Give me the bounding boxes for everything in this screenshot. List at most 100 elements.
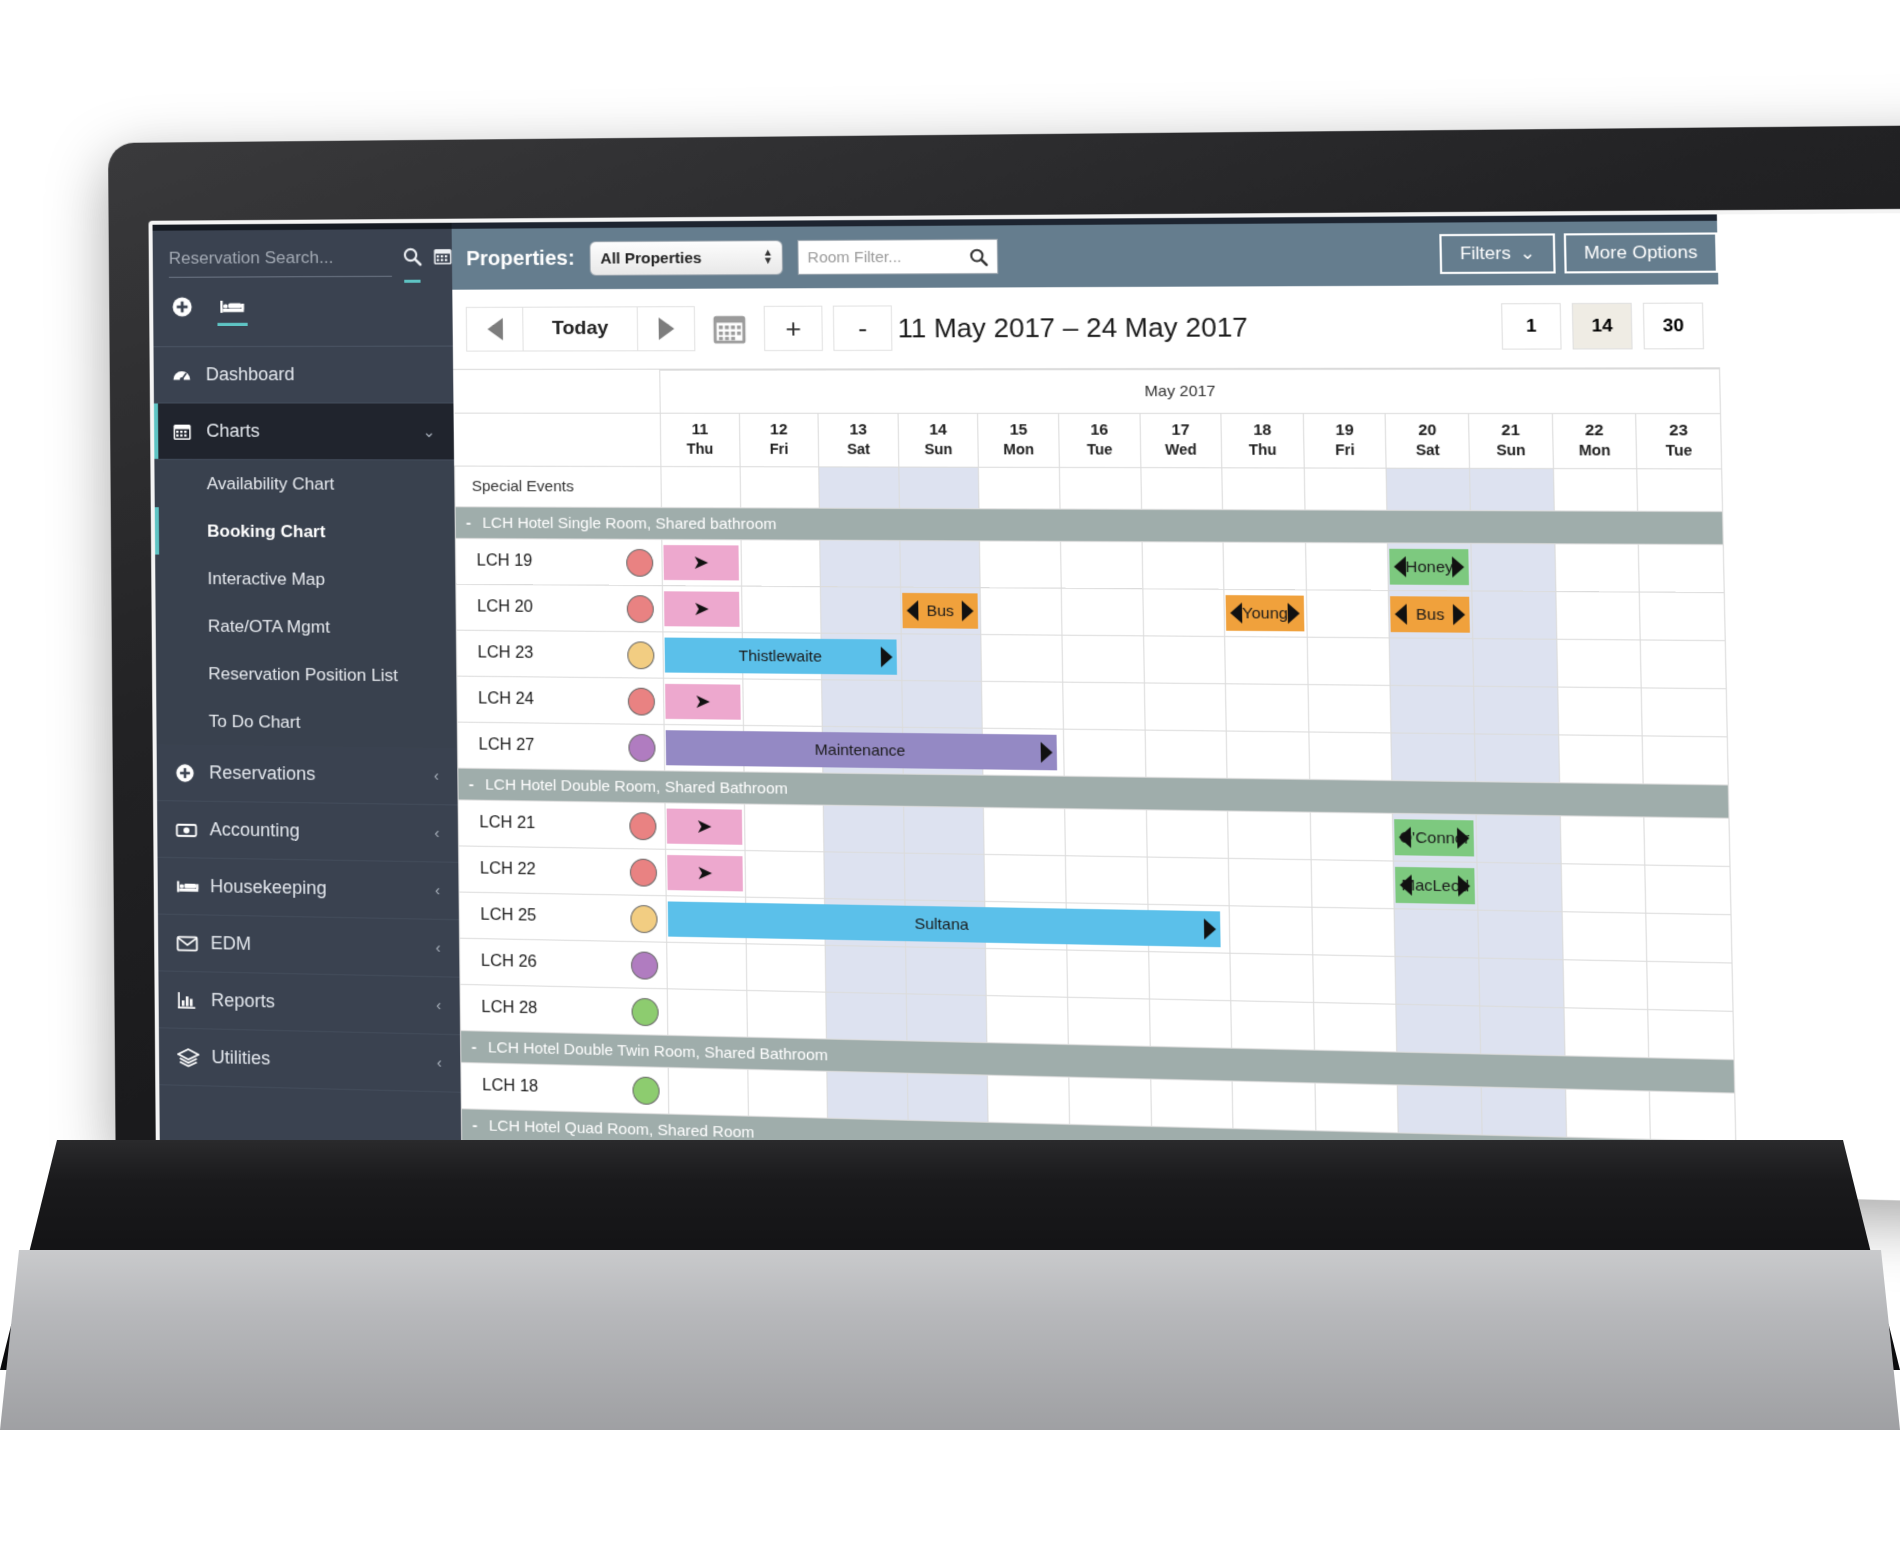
sidebar-item-reservations[interactable]: Reservations ‹ [156, 744, 458, 806]
booking-grid-cell[interactable] [906, 993, 988, 1043]
day-header-cell[interactable]: 21 Sun [1468, 413, 1554, 469]
booking-grid-cell[interactable] [740, 539, 821, 587]
sidebar-item-edm[interactable]: EDM ‹ [157, 914, 460, 978]
room-status-cell[interactable] [621, 848, 667, 896]
booking-grid-cell[interactable] [1314, 1082, 1399, 1133]
booking-grid-cell[interactable]: ➤ [665, 849, 746, 898]
booking-grid-cell[interactable] [1310, 812, 1394, 862]
room-status-cell[interactable] [623, 987, 668, 1036]
booking-grid-cell[interactable]: Maintenance [664, 724, 1058, 772]
booking-grid-cell[interactable] [1143, 635, 1226, 684]
day-header-cell[interactable]: 19 Fri [1303, 413, 1387, 469]
calendar-picker-button[interactable] [705, 306, 754, 351]
sidebar-item-charts[interactable]: Charts ⌄ [153, 403, 455, 461]
day-header-cell[interactable]: 23 Tue [1635, 413, 1722, 469]
booking-grid-cell[interactable]: ➤ [663, 678, 744, 726]
booking-grid-cell[interactable] [1561, 911, 1648, 962]
group-toggle-icon[interactable]: - [471, 1038, 488, 1056]
booking-grid-cell[interactable] [1481, 1086, 1567, 1138]
booking-grid-cell[interactable] [1062, 635, 1144, 683]
day-header-cell[interactable]: 17 Wed [1139, 413, 1223, 468]
booking-grid-cell[interactable] [1644, 816, 1730, 867]
booking-grid-cell[interactable]: Thistlewaite [662, 631, 897, 679]
zoom-out-button[interactable]: - [832, 305, 893, 351]
day-header-cell[interactable]: 11 Thu [660, 413, 740, 467]
booking-grid-cell[interactable] [1640, 639, 1727, 689]
sidebar-item-utilities[interactable]: Utilities ‹ [158, 1028, 461, 1093]
room-status-cell[interactable] [624, 1066, 669, 1115]
room-name-cell[interactable]: LCH 27 [457, 722, 621, 771]
booking-grid-cell[interactable] [742, 678, 823, 727]
search-icon[interactable] [968, 247, 989, 270]
booking-grid-cell[interactable] [1230, 953, 1314, 1003]
booking-grid-cell[interactable] [1473, 686, 1559, 735]
booking-grid-cell[interactable] [1313, 1002, 1398, 1053]
special-events-cell[interactable] [1386, 468, 1471, 511]
booking-grid-cell[interactable] [979, 540, 1062, 589]
booking-grid-cell[interactable] [907, 1073, 989, 1123]
booking-grid-cell[interactable] [1307, 684, 1392, 733]
day-header-cell[interactable]: 14 Sun [897, 413, 979, 468]
booking-grid-cell[interactable] [1556, 639, 1642, 688]
room-name-cell[interactable]: LCH 26 [459, 938, 624, 988]
room-status-cell[interactable] [621, 802, 666, 850]
reservation-search-input[interactable] [168, 243, 392, 278]
special-events-cell[interactable] [898, 467, 980, 509]
room-status-cell[interactable] [619, 677, 665, 725]
booking-bar[interactable]: Thistlewaite [664, 637, 897, 675]
booking-grid-cell[interactable] [980, 587, 1063, 636]
booking-grid-cell[interactable] [1305, 542, 1389, 591]
room-name-cell[interactable]: LCH 19 [455, 538, 619, 586]
booking-grid-cell[interactable] [1474, 733, 1560, 783]
booking-grid-cell[interactable] [905, 946, 987, 996]
sidebar-item-reports[interactable]: Reports ‹ [158, 971, 461, 1036]
booking-grid-cell[interactable] [1312, 954, 1397, 1005]
booking-grid-cell[interactable] [819, 540, 901, 588]
booking-grid-cell[interactable] [1228, 858, 1312, 908]
booking-bar[interactable]: ➤ [665, 683, 741, 720]
booking-grid-cell[interactable] [824, 851, 905, 900]
booking-grid-cell[interactable] [1565, 1089, 1651, 1140]
zoom-level-30-button[interactable]: 30 [1642, 302, 1705, 350]
booking-bar[interactable]: ➤ [667, 854, 743, 892]
booking-bar[interactable]: Bus [902, 592, 979, 629]
previous-period-button[interactable] [465, 306, 524, 352]
booking-grid-cell[interactable] [1063, 729, 1146, 778]
booking-grid-cell[interactable] [1224, 636, 1308, 685]
filters-button[interactable]: Filters ⌄ [1439, 233, 1556, 275]
booking-grid-cell[interactable]: ➤ [662, 585, 742, 633]
booking-grid-cell[interactable] [826, 992, 907, 1041]
booking-grid-cell[interactable] [1149, 998, 1232, 1049]
sidebar-subitem-booking-chart[interactable]: Booking Chart [155, 507, 455, 556]
booking-grid-cell[interactable]: Bus [1388, 590, 1473, 639]
booking-grid-cell[interactable] [1142, 588, 1225, 637]
booking-grid-cell[interactable] [981, 681, 1064, 730]
group-toggle-icon[interactable]: - [472, 1116, 489, 1134]
booking-grid-cell[interactable] [1227, 810, 1311, 860]
more-options-button[interactable]: More Options [1563, 232, 1719, 274]
booking-grid-cell[interactable] [1555, 591, 1641, 640]
next-period-button[interactable] [636, 306, 696, 352]
booking-grid-cell[interactable] [1647, 961, 1734, 1012]
booking-grid-cell[interactable] [1390, 685, 1475, 734]
booking-grid-cell[interactable] [1646, 913, 1733, 964]
booking-grid-cell[interactable] [1060, 541, 1143, 589]
booking-grid-cell[interactable] [1061, 588, 1144, 636]
day-header-cell[interactable]: 13 Sat [818, 413, 899, 468]
room-status-cell[interactable] [618, 539, 663, 586]
sidebar-subitem-to-do-chart[interactable]: To Do Chart [156, 697, 457, 748]
day-header-cell[interactable]: 20 Sat [1385, 413, 1470, 469]
special-events-cell[interactable] [818, 466, 900, 509]
booking-grid-cell[interactable]: Young [1224, 589, 1308, 638]
booking-grid-cell[interactable] [1560, 863, 1647, 914]
room-name-cell[interactable]: LCH 22 [458, 845, 623, 895]
booking-grid-cell[interactable] [1148, 951, 1232, 1001]
booking-grid-cell[interactable]: Honey [1387, 542, 1472, 591]
special-events-cell[interactable] [1059, 467, 1142, 510]
sidebar-subitem-availability-chart[interactable]: Availability Chart [154, 460, 454, 508]
special-events-cell[interactable] [1469, 468, 1554, 511]
booking-grid-cell[interactable] [1471, 543, 1556, 592]
special-events-cell[interactable] [1222, 467, 1305, 510]
booking-grid-cell[interactable] [746, 990, 827, 1039]
room-status-cell[interactable] [619, 631, 664, 679]
